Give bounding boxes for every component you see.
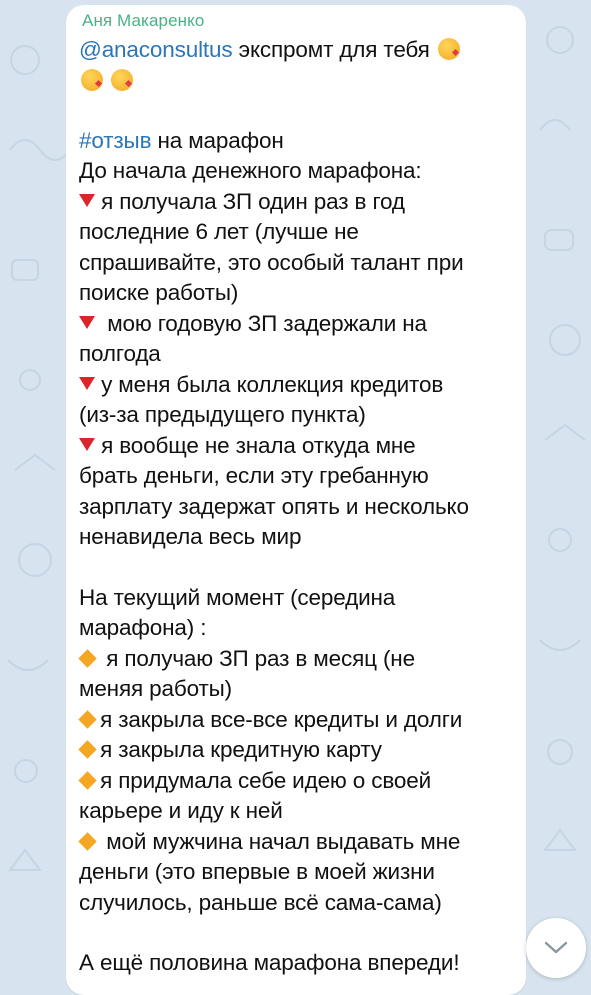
message-line: поиске работы): [79, 280, 239, 305]
message-line: На текущий момент (середина: [79, 585, 396, 610]
mention-link[interactable]: @anaconsultus: [79, 37, 233, 62]
orange-diamond-icon: [78, 649, 97, 668]
red-triangle-icon: [79, 316, 95, 329]
orange-diamond-icon: [78, 710, 97, 729]
bullet-text: я закрыла все-все кредиты и долги: [100, 707, 463, 732]
red-triangle-icon: [79, 194, 95, 207]
bullet-text: я вообще не знала откуда мне: [101, 433, 416, 458]
orange-diamond-icon: [78, 832, 97, 851]
message-line: @anaconsultus экспромт для тебя: [79, 37, 460, 63]
message-line: я закрыла кредитную карту: [78, 737, 382, 763]
red-triangle-icon: [79, 377, 95, 390]
message-line: последние 6 лет (лучше не: [79, 219, 359, 244]
kissing-face-emoji-icon: [111, 69, 134, 91]
orange-diamond-icon: [78, 740, 97, 759]
bullet-text: я получаю ЗП раз в месяц (не: [106, 646, 415, 671]
message-line: я вообще не знала откуда мне: [79, 433, 416, 459]
hashtag-suffix: на марафон: [157, 128, 284, 153]
kissing-face-emoji-icon: [81, 69, 103, 91]
message-line: зарплату задержат опять и несколько: [79, 494, 469, 519]
message-bubble[interactable]: Аня Макаренко @anaconsultus экспромт для…: [66, 5, 526, 995]
orange-diamond-icon: [78, 771, 97, 790]
bullet-text: я придумала себе идею о своей: [100, 768, 432, 793]
message-line: я получала ЗП один раз в год: [79, 189, 405, 215]
bullet-text: мою годовую ЗП задержали на: [107, 311, 427, 336]
message-line: брать деньги, если эту гребанную: [79, 463, 429, 488]
message-line: марафона) :: [79, 615, 207, 640]
closing-line: А ещё половина марафона впереди!: [79, 950, 460, 975]
message-line: (из-за предыдущего пункта): [79, 402, 366, 427]
message-line: я получаю ЗП раз в месяц (не: [78, 646, 415, 672]
message-line: у меня была коллекция кредитов: [79, 372, 443, 398]
kissing-face-emoji-icon: [437, 38, 460, 60]
message-line: я придумала себе идею о своей: [78, 768, 432, 794]
hashtag-link[interactable]: #отзыв: [79, 128, 152, 153]
message-line: карьере и иду к ней: [79, 798, 283, 823]
before-title: До начала денежного марафона:: [79, 158, 422, 183]
greeting-text: экспромт для тебя: [238, 37, 430, 62]
bullet-text: у меня была коллекция кредитов: [101, 372, 444, 397]
message-line: я закрыла все-все кредиты и долги: [78, 707, 463, 733]
red-triangle-icon: [79, 438, 95, 451]
bullet-text: мой мужчина начал выдавать мне: [106, 829, 461, 854]
message-line: ненавидела весь мир: [79, 524, 302, 549]
bullet-text: я получала ЗП один раз в год: [101, 189, 405, 214]
message-line: деньги (это впервые в моей жизни: [79, 859, 435, 884]
message-line: мой мужчина начал выдавать мне: [78, 829, 461, 855]
chevron-down-icon: [544, 941, 568, 954]
message-line: спрашивайте, это особый талант при: [79, 250, 464, 275]
message-line: меняя работы): [79, 676, 232, 701]
message-line: случилось, раньше всё сама-сама): [79, 890, 442, 915]
message-line: полгода: [79, 341, 161, 366]
message-line: мою годовую ЗП задержали на: [79, 311, 427, 337]
bullet-text: я закрыла кредитную карту: [100, 737, 382, 762]
message-line: #отзыв на марафон: [79, 128, 284, 154]
emoji-line: [79, 68, 134, 94]
scroll-down-button[interactable]: [526, 918, 586, 978]
sender-name[interactable]: Аня Макаренко: [82, 11, 204, 31]
